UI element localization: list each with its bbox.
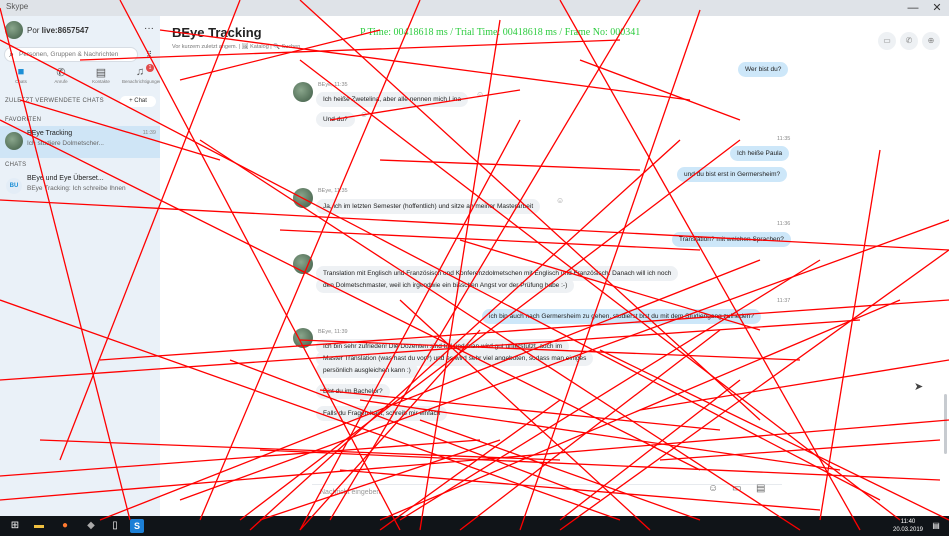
reaction-icon[interactable]: ☺ (476, 90, 484, 99)
incoming-message[interactable]: Ich heiße Zwetelina, aber alle nennen mi… (316, 92, 469, 107)
sender-label: BEye, 11:35 (318, 188, 348, 194)
add-person-button[interactable]: ⊕ (922, 32, 940, 50)
screen: Skype — ✕ Por live:8657547 ··· ⌕ Persone… (0, 0, 949, 536)
profile-avatar[interactable] (5, 21, 23, 39)
reaction-icon[interactable]: ☺ (360, 110, 368, 119)
dialpad-icon[interactable]: ⠿ (142, 47, 156, 62)
tab-calls[interactable]: ✆ Anrufe (43, 66, 79, 90)
search-placeholder: Personen, Gruppen & Nachrichten (19, 51, 119, 58)
firefox-icon[interactable]: ● (58, 519, 72, 533)
message-time: 11:37 (777, 298, 791, 304)
window-titlebar: Skype — ✕ (0, 0, 949, 16)
incoming-message[interactable]: Ja, ich im letzten Semester (hoffentlich… (316, 199, 541, 214)
clock-time: 11:40 (900, 519, 916, 525)
profile-id: live:8657547 (41, 26, 89, 35)
start-button[interactable]: ⊞ (8, 519, 22, 533)
taskbar: ⊞ ▬ ● ◆ ▯ S 11:40 20.03.2019 ▤ (0, 516, 949, 536)
sender-avatar (293, 254, 313, 274)
conversation-name: BEye Tracking (27, 130, 73, 137)
tab-notifications[interactable]: ♫ Benachrichtigungen 1 (122, 64, 162, 90)
tab-notifications-label: Benachrichtigungen (122, 79, 162, 84)
sidebar: Por live:8657547 ··· ⌕ Personen, Gruppen… (0, 16, 162, 516)
notifications-icon[interactable]: ▤ (930, 519, 942, 533)
notification-badge: 1 (146, 64, 154, 72)
sender-label: BEye, 11:35 (318, 82, 348, 88)
tab-contacts[interactable]: ▤ Kontakte (83, 66, 119, 90)
tracking-overlay-text: P Time: 00418618 ms / Trial Time: 004186… (360, 27, 641, 38)
incoming-message[interactable]: Und du? (316, 112, 355, 127)
profile-name-prefix: Por (27, 26, 42, 35)
tab-calls-label: Anrufe (54, 79, 68, 84)
clock-date: 20.03.2019 (892, 527, 924, 533)
more-options-button[interactable]: ··· (144, 23, 154, 34)
incoming-message[interactable]: Bist du im Bachelor? (316, 384, 390, 399)
incoming-message[interactable]: persönlich ausgleichen kann :) (316, 363, 418, 378)
document-icon[interactable]: ▯ (108, 519, 122, 533)
sender-label: BEye, 11:39 (318, 329, 348, 335)
chat-icon: ■ (17, 66, 25, 78)
outgoing-message[interactable]: Translation? mit welchen Sprachen? (672, 232, 791, 247)
more-composer-icon[interactable]: ▤ (756, 483, 765, 494)
sender-avatar (293, 188, 313, 208)
profile-name[interactable]: Por live:8657547 (27, 26, 89, 35)
outgoing-message[interactable]: Ich heiße Paula (730, 146, 790, 161)
tab-chats[interactable]: ■ Chats (3, 66, 39, 90)
message-time: 11:36 (777, 221, 791, 227)
conversation-time: 11:39 (142, 130, 156, 136)
chat-panel: BEye Tracking Vor kurzem zuletzt angem. … (160, 16, 949, 516)
close-button[interactable]: ✕ (928, 0, 946, 16)
chat-title[interactable]: BEye Tracking (172, 25, 262, 40)
attach-icon[interactable]: ▭ (732, 483, 741, 494)
message-time: 11:35 (777, 136, 791, 142)
conversation-name: BEye und Eye Überset... (27, 175, 104, 182)
chat-subtitle: Vor kurzem zuletzt angem. | 🖼 Katalog | … (172, 44, 301, 50)
minimize-button[interactable]: — (904, 0, 922, 16)
outgoing-message[interactable]: Wer bist du? (738, 62, 789, 77)
new-chat-button[interactable]: + Chat (120, 96, 156, 107)
emoji-icon[interactable]: ☺ (708, 483, 718, 494)
window-title: Skype (6, 2, 29, 11)
reaction-icon[interactable]: ☺ (556, 196, 564, 205)
conversation-preview: BEye Tracking: Ich schreibe Ihnen (27, 185, 126, 192)
scrollbar[interactable] (944, 394, 947, 454)
tab-chats-label: Chats (15, 79, 27, 84)
incoming-message[interactable]: den Dolmetschmaster, weil ich irgendwie … (316, 278, 575, 293)
contacts-icon: ▤ (95, 67, 107, 79)
conversation-preview: Ich studiere Dolmetscher... (27, 140, 104, 147)
conversation-item[interactable]: BU BEye und Eye Überset... BEye Tracking… (0, 171, 160, 203)
audio-call-button[interactable]: ✆ (900, 32, 918, 50)
incoming-message[interactable]: Falls du Fragen hast, schreib mir einfac… (316, 406, 448, 421)
file-explorer-icon[interactable]: ▬ (32, 519, 46, 533)
favorites-header: FAVORITEN (5, 117, 42, 123)
sender-avatar (293, 328, 313, 348)
group-avatar: BU (6, 178, 22, 194)
composer-placeholder: Nachricht eingeben (320, 489, 381, 496)
video-call-button[interactable]: ▭ (878, 32, 896, 50)
taskbar-clock[interactable]: 11:40 20.03.2019 (890, 518, 926, 534)
phone-icon: ✆ (56, 67, 66, 79)
conversation-item[interactable]: BEye Tracking Ich studiere Dolmetscher..… (0, 126, 160, 158)
recent-chats-header: ZULETZT VERWENDETE CHATS (5, 98, 104, 104)
sender-avatar (293, 82, 313, 102)
outgoing-message[interactable]: ich bin auch nach Germersheim zu gehen. … (482, 309, 761, 324)
search-icon: ⌕ (9, 49, 15, 59)
tab-contacts-label: Kontakte (92, 79, 110, 84)
outgoing-message[interactable]: und du bist erst in Germersheim? (677, 167, 788, 182)
conversation-avatar (5, 132, 23, 150)
chats-header: CHATS (5, 162, 27, 168)
mouse-cursor: ➤ (914, 381, 924, 393)
app-icon[interactable]: ◆ (84, 519, 98, 533)
skype-icon[interactable]: S (130, 519, 144, 533)
search-input[interactable]: ⌕ Personen, Gruppen & Nachrichten (4, 47, 138, 62)
